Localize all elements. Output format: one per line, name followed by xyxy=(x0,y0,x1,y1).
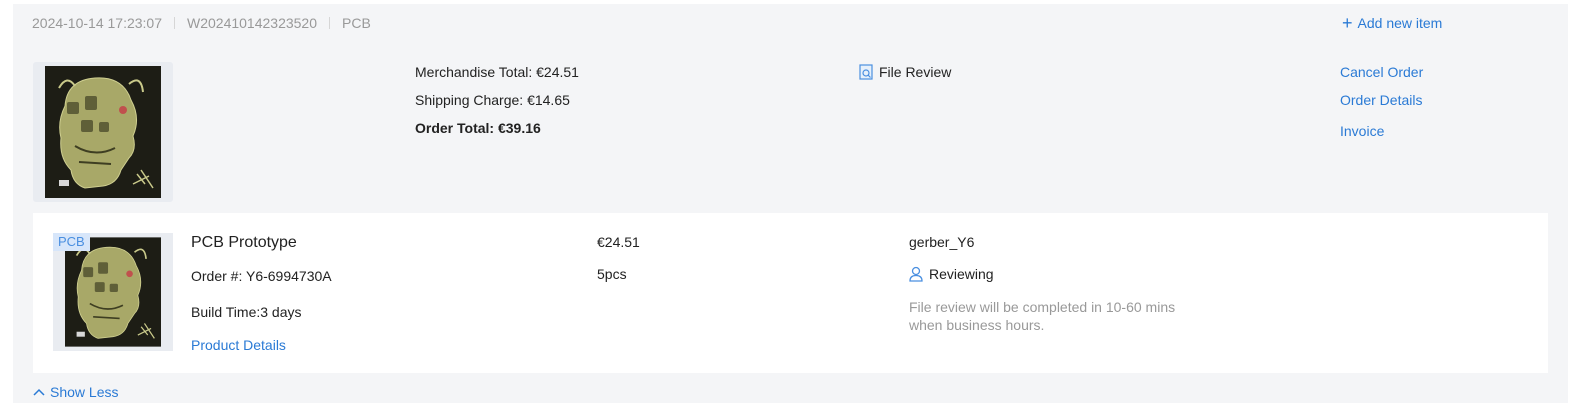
item-price: €24.51 xyxy=(597,234,640,250)
order-details-link[interactable]: Order Details xyxy=(1340,92,1423,108)
order-category: PCB xyxy=(342,15,371,31)
skull-artwork-image xyxy=(65,237,161,347)
show-less-label: Show Less xyxy=(50,384,119,400)
product-order-number: Order #: Y6-6994730A xyxy=(191,268,332,284)
product-build-time: Build Time:3 days xyxy=(191,304,302,320)
review-note: File review will be completed in 10-60 m… xyxy=(909,299,1176,333)
order-item-card: PCB PCB Prototype Order #: Y6-6994730A B… xyxy=(33,213,1548,373)
reviewer-icon xyxy=(909,266,923,282)
add-new-item-label: Add new item xyxy=(1357,15,1443,31)
file-search-icon xyxy=(859,64,873,80)
file-review-link[interactable]: File Review xyxy=(859,64,951,80)
merchandise-total: Merchandise Total: €24.51 xyxy=(415,64,579,80)
gerber-file-name: gerber_Y6 xyxy=(909,234,975,250)
order-id: W202410142323520 xyxy=(187,15,318,31)
order-datetime: 2024-10-14 17:23:07 xyxy=(32,15,162,31)
review-status-label: Reviewing xyxy=(929,266,994,282)
review-status: Reviewing xyxy=(909,266,994,282)
order-total: Order Total: €39.16 xyxy=(415,120,541,136)
divider xyxy=(174,17,175,29)
plus-icon: + xyxy=(1342,13,1353,33)
pcb-badge: PCB xyxy=(53,233,90,251)
item-quantity: 5pcs xyxy=(597,266,627,282)
invoice-link[interactable]: Invoice xyxy=(1340,123,1423,139)
order-thumbnail xyxy=(33,62,173,202)
order-header: 2024-10-14 17:23:07 W202410142323520 PCB xyxy=(32,15,371,31)
file-review-label: File Review xyxy=(879,64,952,80)
product-details-link[interactable]: Product Details xyxy=(191,337,286,353)
shipping-charge: Shipping Charge: €14.65 xyxy=(415,92,570,108)
order-totals: Merchandise Total: €24.51 Shipping Charg… xyxy=(415,64,579,148)
chevron-up-icon xyxy=(33,388,45,396)
cancel-order-link[interactable]: Cancel Order xyxy=(1340,64,1423,80)
product-title: PCB Prototype xyxy=(191,234,297,251)
skull-artwork-image xyxy=(45,66,161,198)
divider xyxy=(329,17,331,29)
show-less-toggle[interactable]: Show Less xyxy=(33,384,118,400)
add-new-item-button[interactable]: + Add new item xyxy=(1342,13,1443,33)
order-actions: Cancel Order Order Details Invoice xyxy=(1340,64,1423,139)
order-card: 2024-10-14 17:23:07 W202410142323520 PCB… xyxy=(13,4,1568,403)
